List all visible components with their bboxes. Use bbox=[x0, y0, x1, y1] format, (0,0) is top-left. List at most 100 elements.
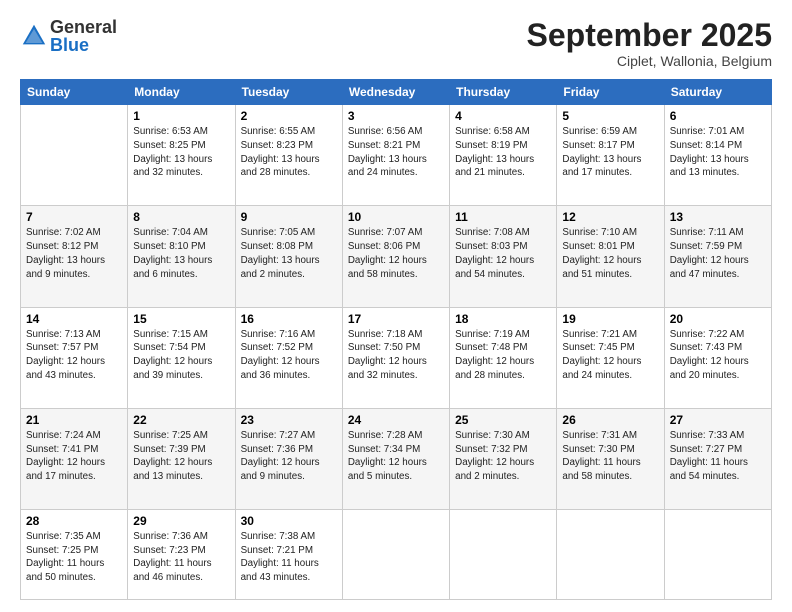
day-info: Sunrise: 7:19 AM Sunset: 7:48 PM Dayligh… bbox=[455, 328, 551, 383]
calendar-cell: 13 Sunrise: 7:11 AM Sunset: 7:59 PM Dayli… bbox=[664, 206, 771, 307]
day-info: Sunrise: 7:13 AM Sunset: 7:57 PM Dayligh… bbox=[26, 328, 122, 383]
day-header-friday: Friday bbox=[557, 80, 664, 105]
day-number: 24 bbox=[348, 413, 444, 427]
day-number: 17 bbox=[348, 312, 444, 326]
calendar-cell bbox=[450, 510, 557, 600]
day-info: Sunrise: 7:22 AM Sunset: 7:43 PM Dayligh… bbox=[670, 328, 766, 383]
day-info: Sunrise: 7:24 AM Sunset: 7:41 PM Dayligh… bbox=[26, 429, 122, 484]
calendar-cell: 24 Sunrise: 7:28 AM Sunset: 7:34 PM Dayli… bbox=[342, 408, 449, 509]
day-number: 27 bbox=[670, 413, 766, 427]
day-info: Sunrise: 7:27 AM Sunset: 7:36 PM Dayligh… bbox=[241, 429, 337, 484]
week-row-3: 14 Sunrise: 7:13 AM Sunset: 7:57 PM Dayli… bbox=[21, 307, 772, 408]
day-number: 25 bbox=[455, 413, 551, 427]
day-number: 3 bbox=[348, 109, 444, 123]
day-number: 9 bbox=[241, 210, 337, 224]
day-info: Sunrise: 6:59 AM Sunset: 8:17 PM Dayligh… bbox=[562, 125, 658, 180]
day-number: 7 bbox=[26, 210, 122, 224]
calendar-cell: 5 Sunrise: 6:59 AM Sunset: 8:17 PM Daylig… bbox=[557, 105, 664, 206]
day-info: Sunrise: 6:56 AM Sunset: 8:21 PM Dayligh… bbox=[348, 125, 444, 180]
day-info: Sunrise: 7:08 AM Sunset: 8:03 PM Dayligh… bbox=[455, 226, 551, 281]
day-number: 26 bbox=[562, 413, 658, 427]
logo: General Blue bbox=[20, 18, 117, 54]
day-info: Sunrise: 6:53 AM Sunset: 8:25 PM Dayligh… bbox=[133, 125, 229, 180]
day-header-monday: Monday bbox=[128, 80, 235, 105]
calendar-cell bbox=[21, 105, 128, 206]
day-info: Sunrise: 7:11 AM Sunset: 7:59 PM Dayligh… bbox=[670, 226, 766, 281]
week-row-2: 7 Sunrise: 7:02 AM Sunset: 8:12 PM Daylig… bbox=[21, 206, 772, 307]
day-info: Sunrise: 7:04 AM Sunset: 8:10 PM Dayligh… bbox=[133, 226, 229, 281]
day-number: 13 bbox=[670, 210, 766, 224]
day-number: 19 bbox=[562, 312, 658, 326]
day-info: Sunrise: 6:55 AM Sunset: 8:23 PM Dayligh… bbox=[241, 125, 337, 180]
day-info: Sunrise: 7:16 AM Sunset: 7:52 PM Dayligh… bbox=[241, 328, 337, 383]
calendar-cell: 11 Sunrise: 7:08 AM Sunset: 8:03 PM Dayli… bbox=[450, 206, 557, 307]
calendar-cell: 14 Sunrise: 7:13 AM Sunset: 7:57 PM Dayli… bbox=[21, 307, 128, 408]
calendar-table: SundayMondayTuesdayWednesdayThursdayFrid… bbox=[20, 79, 772, 600]
day-number: 1 bbox=[133, 109, 229, 123]
day-number: 2 bbox=[241, 109, 337, 123]
calendar-cell: 27 Sunrise: 7:33 AM Sunset: 7:27 PM Dayli… bbox=[664, 408, 771, 509]
calendar-cell: 21 Sunrise: 7:24 AM Sunset: 7:41 PM Dayli… bbox=[21, 408, 128, 509]
calendar-cell: 29Sunrise: 7:36 AM Sunset: 7:23 PM Dayli… bbox=[128, 510, 235, 600]
calendar-cell: 25 Sunrise: 7:30 AM Sunset: 7:32 PM Dayli… bbox=[450, 408, 557, 509]
day-number: 10 bbox=[348, 210, 444, 224]
calendar-cell bbox=[342, 510, 449, 600]
day-info: Sunrise: 7:07 AM Sunset: 8:06 PM Dayligh… bbox=[348, 226, 444, 281]
day-number: 5 bbox=[562, 109, 658, 123]
week-row-1: 1 Sunrise: 6:53 AM Sunset: 8:25 PM Daylig… bbox=[21, 105, 772, 206]
calendar-cell: 22 Sunrise: 7:25 AM Sunset: 7:39 PM Dayli… bbox=[128, 408, 235, 509]
day-number: 22 bbox=[133, 413, 229, 427]
day-info: Sunrise: 7:10 AM Sunset: 8:01 PM Dayligh… bbox=[562, 226, 658, 281]
day-info: Sunrise: 7:36 AM Sunset: 7:23 PM Dayligh… bbox=[133, 530, 229, 585]
calendar-cell: 30 Sunrise: 7:38 AM Sunset: 7:21 PM Dayli… bbox=[235, 510, 342, 600]
logo-text: General Blue bbox=[50, 18, 117, 54]
calendar-header-row: SundayMondayTuesdayWednesdayThursdayFrid… bbox=[21, 80, 772, 105]
calendar-cell: 26 Sunrise: 7:31 AM Sunset: 7:30 PM Dayli… bbox=[557, 408, 664, 509]
day-info: Sunrise: 7:38 AM Sunset: 7:21 PM Dayligh… bbox=[241, 530, 337, 585]
calendar-cell: 3 Sunrise: 6:56 AM Sunset: 8:21 PM Daylig… bbox=[342, 105, 449, 206]
day-number: 18 bbox=[455, 312, 551, 326]
calendar-cell: 23 Sunrise: 7:27 AM Sunset: 7:36 PM Dayli… bbox=[235, 408, 342, 509]
day-info: Sunrise: 7:33 AM Sunset: 7:27 PM Dayligh… bbox=[670, 429, 766, 484]
day-header-thursday: Thursday bbox=[450, 80, 557, 105]
calendar-cell: 10 Sunrise: 7:07 AM Sunset: 8:06 PM Dayli… bbox=[342, 206, 449, 307]
day-info: Sunrise: 7:15 AM Sunset: 7:54 PM Dayligh… bbox=[133, 328, 229, 383]
day-number: 14 bbox=[26, 312, 122, 326]
day-info: Sunrise: 7:25 AM Sunset: 7:39 PM Dayligh… bbox=[133, 429, 229, 484]
day-info: Sunrise: 7:28 AM Sunset: 7:34 PM Dayligh… bbox=[348, 429, 444, 484]
header: General Blue September 2025 Ciplet, Wall… bbox=[20, 18, 772, 69]
calendar-cell: 12 Sunrise: 7:10 AM Sunset: 8:01 PM Dayli… bbox=[557, 206, 664, 307]
day-info: Sunrise: 7:02 AM Sunset: 8:12 PM Dayligh… bbox=[26, 226, 122, 281]
calendar-cell: 6 Sunrise: 7:01 AM Sunset: 8:14 PM Daylig… bbox=[664, 105, 771, 206]
day-header-saturday: Saturday bbox=[664, 80, 771, 105]
day-number: 12 bbox=[562, 210, 658, 224]
day-number: 16 bbox=[241, 312, 337, 326]
calendar-cell: 1 Sunrise: 6:53 AM Sunset: 8:25 PM Daylig… bbox=[128, 105, 235, 206]
calendar-cell: 28Sunrise: 7:35 AM Sunset: 7:25 PM Dayli… bbox=[21, 510, 128, 600]
day-number: 21 bbox=[26, 413, 122, 427]
calendar-cell: 17Sunrise: 7:18 AM Sunset: 7:50 PM Dayli… bbox=[342, 307, 449, 408]
day-info: Sunrise: 7:31 AM Sunset: 7:30 PM Dayligh… bbox=[562, 429, 658, 484]
day-info: Sunrise: 7:01 AM Sunset: 8:14 PM Dayligh… bbox=[670, 125, 766, 180]
day-number: 4 bbox=[455, 109, 551, 123]
day-header-tuesday: Tuesday bbox=[235, 80, 342, 105]
logo-icon bbox=[20, 22, 48, 50]
day-number: 6 bbox=[670, 109, 766, 123]
calendar-cell: 7 Sunrise: 7:02 AM Sunset: 8:12 PM Daylig… bbox=[21, 206, 128, 307]
day-number: 23 bbox=[241, 413, 337, 427]
calendar-cell bbox=[664, 510, 771, 600]
day-number: 11 bbox=[455, 210, 551, 224]
calendar-cell: 15 Sunrise: 7:15 AM Sunset: 7:54 PM Dayli… bbox=[128, 307, 235, 408]
page: General Blue September 2025 Ciplet, Wall… bbox=[0, 0, 792, 612]
week-row-5: 28Sunrise: 7:35 AM Sunset: 7:25 PM Dayli… bbox=[21, 510, 772, 600]
day-number: 8 bbox=[133, 210, 229, 224]
day-header-sunday: Sunday bbox=[21, 80, 128, 105]
logo-general: General bbox=[50, 18, 117, 36]
day-number: 15 bbox=[133, 312, 229, 326]
calendar-cell: 2 Sunrise: 6:55 AM Sunset: 8:23 PM Daylig… bbox=[235, 105, 342, 206]
location: Ciplet, Wallonia, Belgium bbox=[527, 53, 772, 69]
day-info: Sunrise: 7:30 AM Sunset: 7:32 PM Dayligh… bbox=[455, 429, 551, 484]
day-number: 30 bbox=[241, 514, 337, 528]
day-info: Sunrise: 6:58 AM Sunset: 8:19 PM Dayligh… bbox=[455, 125, 551, 180]
title-block: September 2025 Ciplet, Wallonia, Belgium bbox=[527, 18, 772, 69]
